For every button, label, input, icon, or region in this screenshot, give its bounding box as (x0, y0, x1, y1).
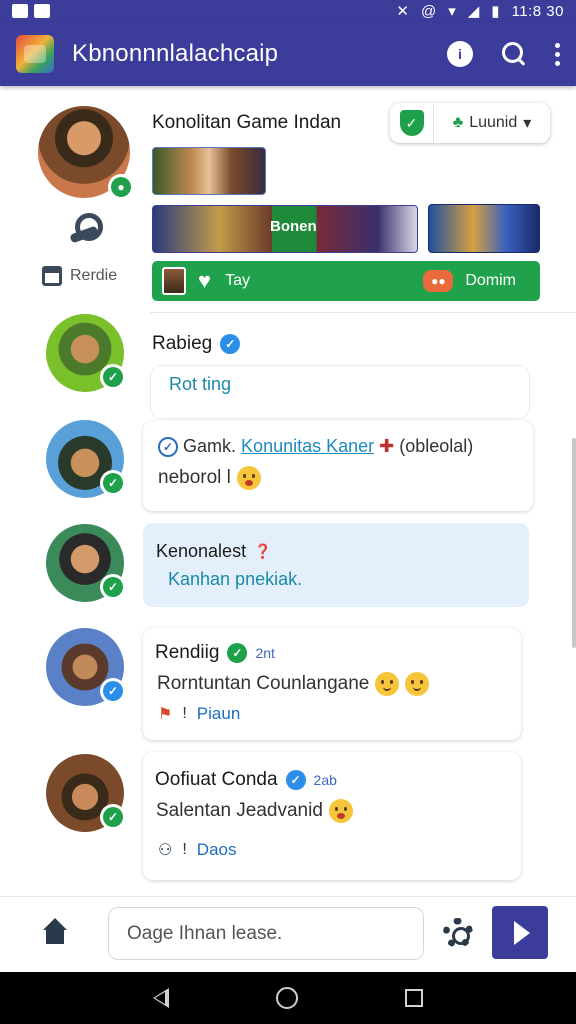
action-right-label[interactable]: Domim (465, 272, 516, 290)
action-bar[interactable]: ♥ Tay ●● Domim (152, 261, 540, 301)
recent-apps-icon[interactable] (404, 989, 423, 1007)
sync-icon: @ (420, 2, 437, 20)
status-bar: ✕ @ ▾ ◢ ▮ 11:8 30 (0, 0, 576, 22)
media-banner-secondary[interactable] (428, 204, 540, 253)
profile-badge-icon[interactable]: i (447, 41, 473, 67)
wifi-icon: ▾ (448, 3, 456, 20)
message-input[interactable]: Oage Ihnan lease. (108, 907, 424, 960)
smile-emoji-icon (375, 672, 400, 696)
heart-icon[interactable]: ♥ (198, 268, 211, 294)
battery-icon: ▮ (491, 3, 500, 20)
flag-icon[interactable]: ⚑ (158, 704, 172, 724)
signal-icon: ◢ (467, 3, 480, 20)
info-icon: ✓ (158, 437, 178, 458)
verified-icon: ✓ (220, 334, 241, 354)
avatar[interactable]: ✓ (46, 314, 126, 392)
action-left-label[interactable]: Tay (225, 272, 250, 290)
feed-text: Rot ting (169, 374, 232, 394)
clock: 11:8 30 (511, 2, 564, 20)
more-options-icon[interactable] (555, 42, 560, 66)
pin-icon[interactable]: ! (182, 705, 186, 723)
avatar[interactable]: ✓ (46, 524, 126, 602)
gear-icon[interactable] (443, 918, 473, 948)
post-author[interactable]: Konolitan Game Indan (152, 112, 341, 134)
feed-actions[interactable]: ⚇ ! Daos (158, 840, 236, 860)
verified-icon: ✓ (103, 807, 123, 827)
leaf-icon: ♣ (452, 114, 464, 131)
feed-text-line2: neborol l (158, 466, 261, 490)
avatar[interactable]: ✓ (46, 420, 126, 498)
feed-author[interactable]: Oofiuat Conda ✓ 2ab (155, 769, 337, 791)
feed-actions[interactable]: ⚑ ! Piaun (158, 704, 240, 724)
app-title: Kbnonnnlalachcaip (72, 40, 279, 67)
surprised-emoji-icon (328, 799, 353, 823)
banner-label: Bonen (270, 218, 317, 235)
back-icon[interactable] (153, 988, 170, 1008)
system-nav-bar (0, 972, 576, 1024)
scrollbar[interactable] (572, 438, 576, 648)
media-thumbnail[interactable] (152, 147, 266, 195)
verified-icon: ✓ (285, 770, 306, 790)
community-link[interactable]: Konunitas Kaner (241, 436, 374, 456)
mail-icon (34, 4, 50, 18)
pin-icon[interactable]: ! (182, 841, 186, 859)
controller-icon[interactable]: ●● (423, 270, 454, 292)
info-icon: ❓ (254, 543, 272, 559)
shield-check-icon: ✓ (399, 110, 424, 136)
feed-text: ✓ Gamk. Konunitas Kaner ✚ (obleolal) (158, 436, 473, 458)
app-logo[interactable] (16, 35, 54, 73)
avatar[interactable]: ✓ (46, 628, 126, 706)
plus-icon: ✚ (379, 436, 395, 456)
online-icon: ● (111, 177, 131, 197)
home-circle-icon[interactable] (275, 987, 298, 1009)
verified-icon: ✓ (103, 681, 123, 701)
feed-text: Kanhan pnekiak. (168, 569, 303, 589)
mute-icon: ✕ (396, 3, 409, 20)
feed-author[interactable]: Rabieg ✓ (152, 333, 241, 355)
home-icon[interactable] (40, 918, 70, 946)
search-icon[interactable] (501, 41, 527, 67)
verified-icon: ✓ (103, 367, 123, 387)
surprised-emoji-icon (236, 466, 261, 490)
notification-icon (12, 4, 28, 18)
language-chip[interactable]: ✓ ♣ Luunid ▾ (390, 103, 550, 143)
side-label[interactable]: Rerdie (42, 266, 117, 286)
chevron-down-icon: ▾ (523, 115, 532, 132)
feed-text: Rorntuntan Counlangane (157, 672, 430, 696)
divider (150, 312, 576, 313)
play-icon (514, 920, 530, 945)
feed-card-highlighted[interactable] (143, 523, 529, 607)
avatar[interactable]: ● (38, 106, 134, 200)
verified-icon: ✓ (227, 643, 248, 663)
verified-icon: ✓ (103, 473, 123, 493)
feed-text: Salentan Jeadvanid (156, 799, 353, 823)
verified-icon: ✓ (103, 577, 123, 597)
feed-author[interactable]: Rendiig ✓ 2nt (155, 642, 275, 664)
user-thumbnail (162, 267, 186, 295)
avatar[interactable]: ✓ (46, 754, 126, 832)
app-bar: Kbnonnnlalachcaip i (0, 22, 576, 86)
feed-author[interactable]: Kenonalest ❓ (156, 541, 272, 562)
calendar-icon (42, 266, 62, 286)
group-icon[interactable]: ⚇ (158, 840, 172, 860)
smile-emoji-icon (405, 672, 430, 696)
reaction-icon[interactable] (68, 213, 103, 243)
send-button[interactable] (492, 906, 548, 959)
